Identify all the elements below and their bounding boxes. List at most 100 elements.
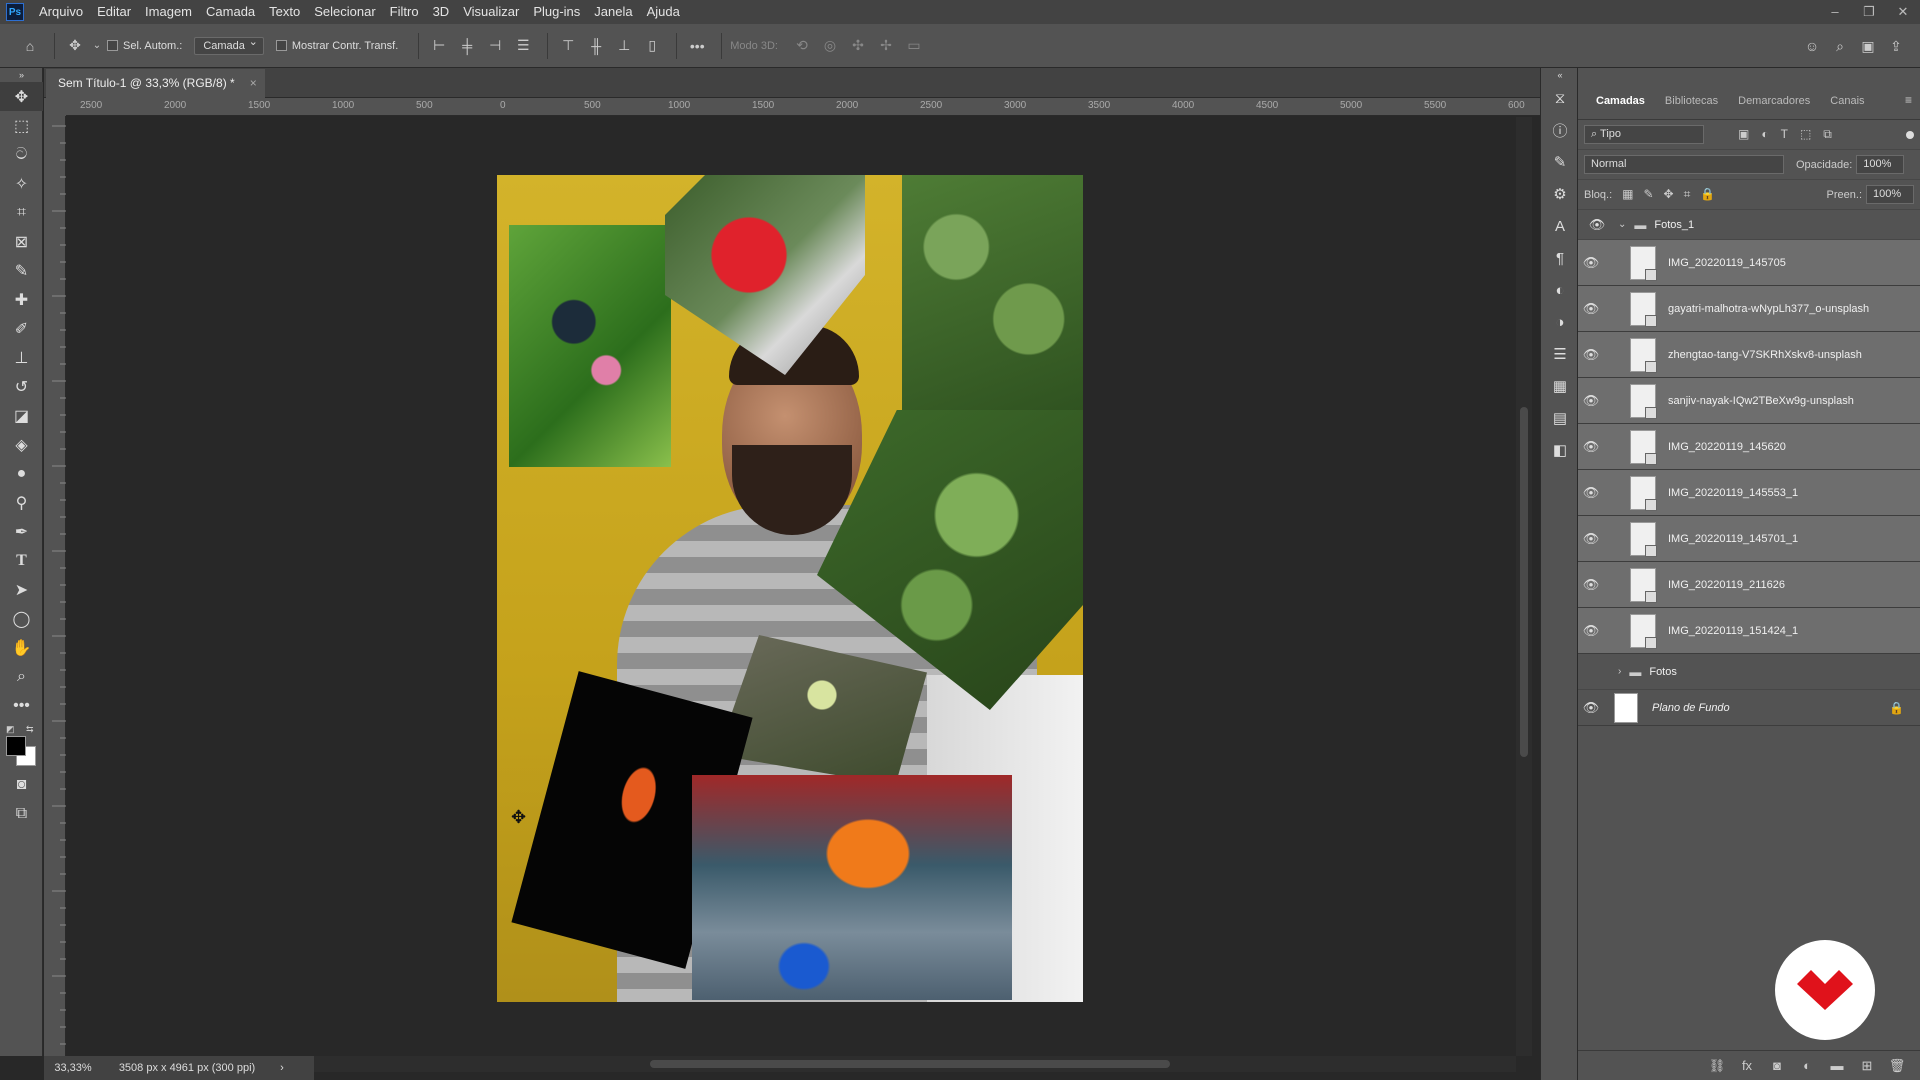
- layer-row[interactable]: 👁 IMG_20220119_145553_1: [1578, 470, 1920, 516]
- eye-icon[interactable]: 👁: [1578, 301, 1604, 317]
- frame-tool-icon[interactable]: ⊠: [0, 227, 43, 256]
- vertical-scrollbar[interactable]: [1516, 117, 1532, 1056]
- adjustments-icon[interactable]: ⚙: [1541, 178, 1579, 210]
- eraser-tool-icon[interactable]: ◪: [0, 401, 43, 430]
- distribute-icon[interactable]: ☰: [511, 34, 535, 58]
- magic-wand-icon[interactable]: ✧: [0, 169, 43, 198]
- tab-bibliotecas[interactable]: Bibliotecas: [1655, 95, 1728, 119]
- hand-tool-icon[interactable]: ✋: [0, 633, 43, 662]
- vertical-ruler[interactable]: [44, 116, 66, 1056]
- scale-3d-icon[interactable]: ▭: [902, 34, 926, 58]
- layer-row[interactable]: 👁 sanjiv-nayak-IQw2TBeXw9g-unsplash: [1578, 378, 1920, 424]
- move-tool-icon[interactable]: ✥: [0, 82, 43, 111]
- menu-texto[interactable]: Texto: [262, 0, 307, 24]
- search-icon[interactable]: ⌕: [1828, 34, 1852, 58]
- blur-tool-icon[interactable]: ●: [0, 459, 43, 488]
- menu-filtro[interactable]: Filtro: [383, 0, 426, 24]
- menu-janela[interactable]: Janela: [587, 0, 639, 24]
- orbit-3d-icon[interactable]: ⟲: [790, 34, 814, 58]
- horizontal-scroll-thumb[interactable]: [650, 1060, 1170, 1068]
- layer-row[interactable]: 👁 gayatri-malhotra-wNypLh377_o-unsplash: [1578, 286, 1920, 332]
- menu-imagem[interactable]: Imagem: [138, 0, 199, 24]
- lasso-tool-icon[interactable]: ට: [0, 140, 43, 169]
- eye-icon[interactable]: 👁: [1578, 255, 1604, 271]
- tab-canais[interactable]: Canais: [1820, 95, 1874, 119]
- filter-smart-object-icon[interactable]: ⧉: [1823, 127, 1832, 142]
- auto-select-option[interactable]: Sel. Autom.:: [107, 40, 182, 52]
- filter-toggle-icon[interactable]: [1906, 130, 1914, 139]
- info-panel-icon[interactable]: ⓘ: [1541, 114, 1579, 146]
- add-mask-icon[interactable]: ◙: [1762, 1058, 1792, 1073]
- layer-row[interactable]: 👁 IMG_20220119_211626: [1578, 562, 1920, 608]
- eye-icon[interactable]: 👁: [1578, 485, 1604, 501]
- layer-row[interactable]: 👁 IMG_20220119_151424_1: [1578, 608, 1920, 654]
- eye-icon[interactable]: 👁: [1578, 347, 1604, 363]
- share-icon[interactable]: ⇪: [1884, 34, 1908, 58]
- default-colors-icon[interactable]: ◩: [6, 724, 15, 735]
- eye-icon[interactable]: 👁: [1578, 623, 1604, 639]
- collapse-toolbar-icon[interactable]: »: [0, 68, 43, 82]
- align-top-icon[interactable]: ⊤: [556, 34, 580, 58]
- properties-icon[interactable]: ☰: [1541, 338, 1579, 370]
- chevron-down-icon[interactable]: ⌄: [91, 34, 103, 58]
- gradient-panel-icon[interactable]: ◧: [1541, 434, 1579, 466]
- lock-all-icon[interactable]: 🔒: [1700, 187, 1715, 202]
- photoshop-logo[interactable]: Ps: [6, 3, 24, 21]
- more-options-icon[interactable]: •••: [685, 34, 709, 58]
- menu-editar[interactable]: Editar: [90, 0, 138, 24]
- menu-ajuda[interactable]: Ajuda: [640, 0, 687, 24]
- filter-shape-icon[interactable]: ⬚: [1800, 127, 1811, 142]
- layer-row[interactable]: 👁 IMG_20220119_145620: [1578, 424, 1920, 470]
- filter-type-icon[interactable]: T: [1781, 127, 1788, 142]
- link-layers-icon[interactable]: ⛓: [1702, 1058, 1732, 1074]
- history-panel-icon[interactable]: ⧖: [1541, 82, 1579, 114]
- color-panel-icon[interactable]: ◐: [1541, 274, 1579, 306]
- paragraph-panel-icon[interactable]: ¶: [1541, 242, 1579, 274]
- zoom-tool-icon[interactable]: ⌕: [0, 662, 43, 691]
- artboard-collage[interactable]: ✥: [497, 175, 1083, 1002]
- layer-row[interactable]: 👁 IMG_20220119_145701_1: [1578, 516, 1920, 562]
- eye-icon[interactable]: 👁: [1578, 393, 1604, 409]
- lock-position-icon[interactable]: ✥: [1664, 187, 1674, 202]
- chevron-right-icon[interactable]: ›: [1618, 666, 1621, 677]
- blend-mode-dropdown[interactable]: Normal: [1584, 155, 1784, 174]
- horizontal-ruler[interactable]: 2500 2000 1500 1000 500 0 500 1000 1500 2000 2500 3…: [66, 98, 1542, 116]
- auto-select-target-dropdown[interactable]: Camada: [194, 35, 264, 55]
- auto-select-checkbox[interactable]: [107, 40, 118, 51]
- show-transform-checkbox[interactable]: [275, 40, 287, 51]
- menu-camada[interactable]: Camada: [199, 0, 262, 24]
- new-adjustment-icon[interactable]: ◐: [1792, 1058, 1822, 1073]
- collapse-panels-icon[interactable]: «: [1541, 68, 1579, 82]
- share-user-icon[interactable]: ☺: [1800, 34, 1824, 58]
- eye-icon[interactable]: 👁: [1578, 700, 1604, 716]
- layer-style-icon[interactable]: fx: [1732, 1058, 1762, 1073]
- menu-arquivo[interactable]: Arquivo: [32, 0, 90, 24]
- tab-camadas[interactable]: Camadas: [1586, 95, 1655, 119]
- align-right-icon[interactable]: ⊣: [483, 34, 507, 58]
- quick-mask-icon[interactable]: ◙: [0, 770, 43, 799]
- menu-3d[interactable]: 3D: [426, 0, 457, 24]
- swap-colors-icon[interactable]: ⇆: [26, 724, 34, 735]
- document-tab[interactable]: Sem Título-1 @ 33,3% (RGB/8) * ×: [46, 69, 265, 98]
- zoom-level[interactable]: 33,33%: [44, 1062, 102, 1074]
- eye-icon[interactable]: 👁: [1578, 577, 1604, 593]
- healing-brush-icon[interactable]: ✚: [0, 285, 43, 314]
- brush-settings-icon[interactable]: ✎: [1541, 146, 1579, 178]
- show-transform-option[interactable]: Mostrar Contr. Transf.: [275, 40, 398, 52]
- panel-menu-icon[interactable]: ≡: [1905, 93, 1920, 119]
- delete-layer-icon[interactable]: 🗑: [1882, 1058, 1912, 1074]
- status-menu-arrow[interactable]: ›: [272, 1062, 292, 1074]
- vertical-scroll-thumb[interactable]: [1520, 407, 1528, 757]
- layer-group-open[interactable]: 👁 ⌄ ▬ Fotos_1: [1578, 210, 1920, 240]
- paint-bucket-icon[interactable]: ◈: [0, 430, 43, 459]
- align-middle-icon[interactable]: ╫: [584, 34, 608, 58]
- layer-filter-dropdown[interactable]: ⌕ Tipo: [1584, 125, 1704, 144]
- path-select-icon[interactable]: ➤: [0, 575, 43, 604]
- distribute-vertical-icon[interactable]: ▯: [640, 34, 664, 58]
- workspace-icon[interactable]: ▣: [1856, 34, 1880, 58]
- align-left-icon[interactable]: ⊢: [427, 34, 451, 58]
- menu-selecionar[interactable]: Selecionar: [307, 0, 382, 24]
- lock-artboard-icon[interactable]: ⌗: [1684, 187, 1691, 202]
- eye-icon[interactable]: 👁: [1584, 217, 1610, 233]
- slide-3d-icon[interactable]: ✢: [874, 34, 898, 58]
